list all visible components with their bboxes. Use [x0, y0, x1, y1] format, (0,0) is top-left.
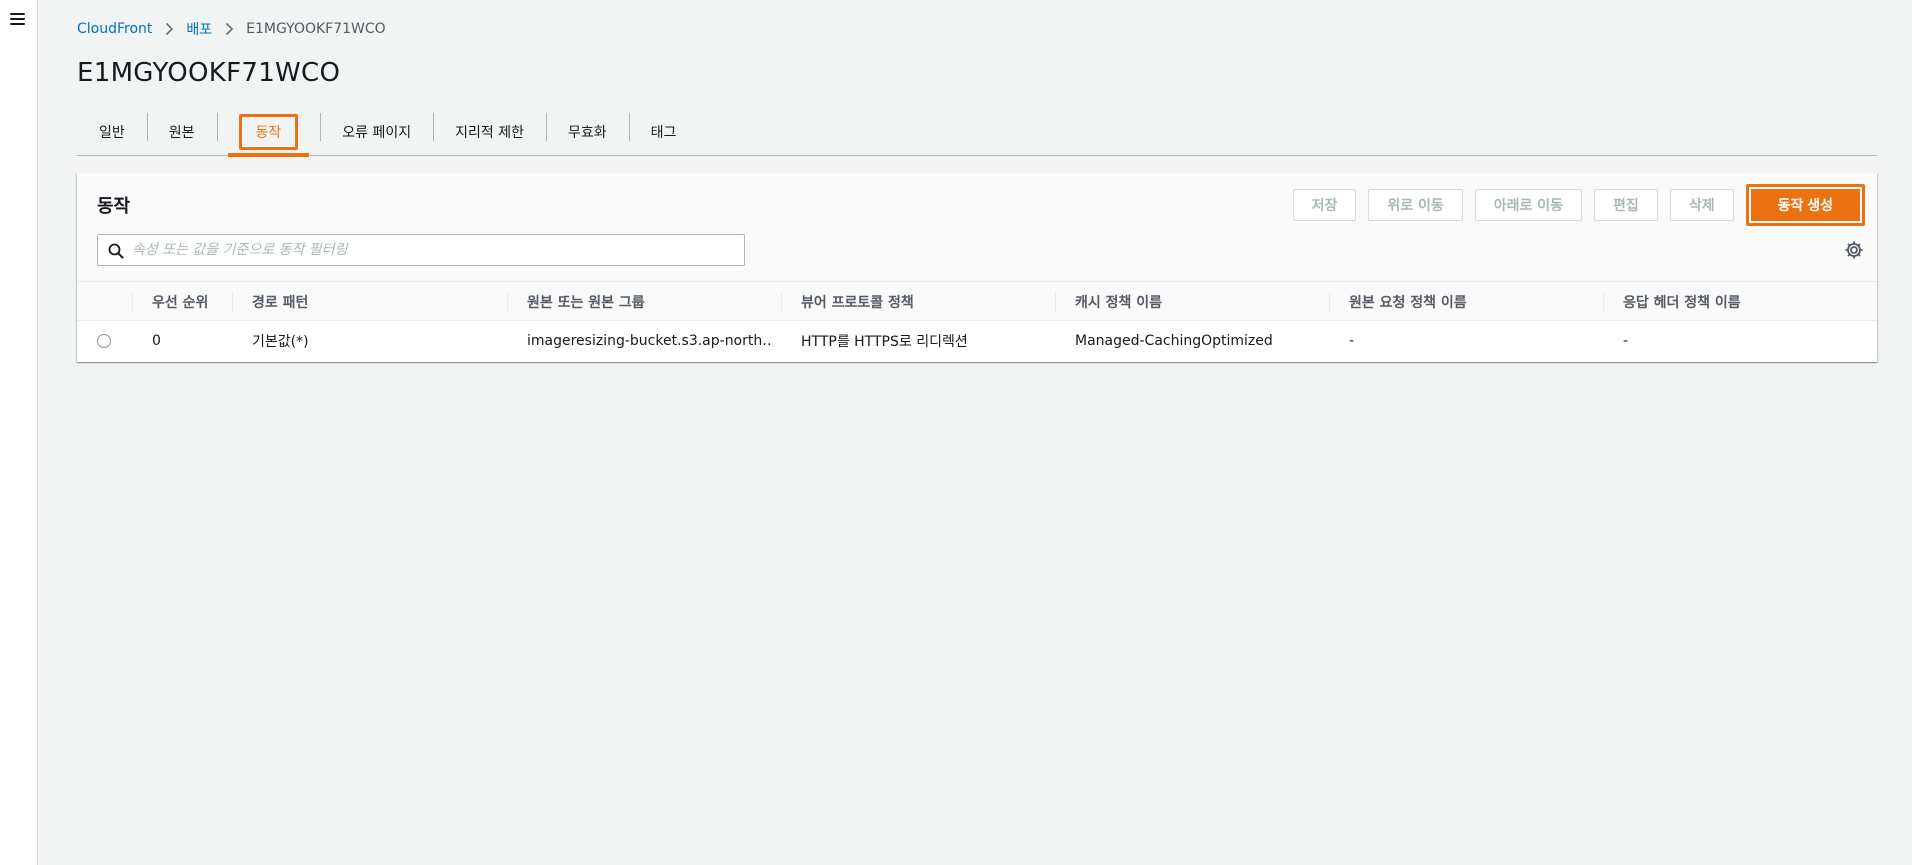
move-down-button[interactable]: 아래로 이동: [1474, 189, 1583, 221]
gear-icon[interactable]: [1843, 239, 1865, 261]
tab-invalidations[interactable]: 무효화: [546, 110, 629, 154]
cell-origin: imageresizing-bucket.s3.ap-north…: [527, 333, 772, 349]
tab-geographic-restrictions[interactable]: 지리적 제한: [433, 110, 546, 154]
cell-viewer-protocol: HTTP를 HTTPS로 리디렉션: [801, 334, 968, 350]
cell-path-pattern: 기본값(*): [252, 334, 309, 350]
column-origin-request-policy[interactable]: 원본 요청 정책 이름: [1329, 282, 1467, 322]
menu-icon[interactable]: [10, 13, 25, 25]
cell-origin-request-policy: -: [1349, 333, 1355, 349]
column-priority[interactable]: 우선 순위: [131, 282, 208, 322]
filter-search-field: [97, 234, 745, 266]
tab-general[interactable]: 일반: [77, 110, 147, 154]
column-response-headers-policy[interactable]: 응답 헤더 정책 이름: [1603, 282, 1741, 322]
tab-origins[interactable]: 원본: [146, 110, 217, 154]
panel-title: 동작: [97, 196, 131, 217]
chevron-right-icon: [166, 22, 174, 36]
table-header: 우선 순위 경로 패턴 원본 또는 원본 그룹 뷰어 프로토콜 정책 캐시 정책…: [77, 281, 1877, 321]
column-origin[interactable]: 원본 또는 원본 그룹: [507, 282, 645, 322]
tab-behaviors[interactable]: 동작: [216, 110, 321, 157]
action-buttons: 저장 위로 이동 아래로 이동 편집 삭제 동작 생성: [1292, 184, 1865, 226]
delete-button[interactable]: 삭제: [1669, 189, 1734, 221]
page-title: E1MGYOOKF71WCO: [77, 58, 341, 88]
tab-tags[interactable]: 태그: [628, 110, 699, 154]
move-up-button[interactable]: 위로 이동: [1368, 189, 1463, 221]
cell-cache-policy: Managed-CachingOptimized: [1075, 333, 1273, 349]
tab-error-pages[interactable]: 오류 페이지: [320, 110, 433, 154]
create-behavior-highlight: 동작 생성: [1745, 184, 1865, 226]
search-icon: [108, 243, 124, 259]
panel-header: 동작 저장 위로 이동 아래로 이동 편집 삭제 동작 생성: [77, 173, 1877, 281]
side-navigation-rail: [0, 0, 38, 865]
create-behavior-button[interactable]: 동작 생성: [1750, 189, 1860, 221]
breadcrumb-distributions[interactable]: 배포: [186, 19, 212, 39]
chevron-right-icon: [226, 22, 234, 36]
cell-response-headers-policy: -: [1623, 333, 1629, 349]
cell-priority: 0: [152, 333, 161, 349]
breadcrumb-cloudfront[interactable]: CloudFront: [77, 21, 152, 37]
table-row[interactable]: 0 기본값(*) imageresizing-bucket.s3.ap-nort…: [77, 321, 1877, 361]
breadcrumb-current: E1MGYOOKF71WCO: [246, 21, 386, 37]
breadcrumb: CloudFront 배포 E1MGYOOKF71WCO: [77, 19, 386, 39]
row-select-radio[interactable]: [97, 334, 111, 348]
column-path-pattern[interactable]: 경로 패턴: [231, 282, 308, 322]
search-input[interactable]: [132, 242, 744, 258]
column-cache-policy[interactable]: 캐시 정책 이름: [1054, 282, 1162, 322]
edit-button[interactable]: 편집: [1594, 189, 1658, 221]
column-viewer-protocol[interactable]: 뷰어 프로토콜 정책: [781, 282, 914, 322]
tab-bar: 일반 원본 동작 오류 페이지 지리적 제한 무효화 태그: [77, 110, 1877, 157]
behaviors-panel: 동작 저장 위로 이동 아래로 이동 편집 삭제 동작 생성 우선 순위 경로 …: [77, 173, 1877, 362]
save-button[interactable]: 저장: [1292, 189, 1357, 221]
